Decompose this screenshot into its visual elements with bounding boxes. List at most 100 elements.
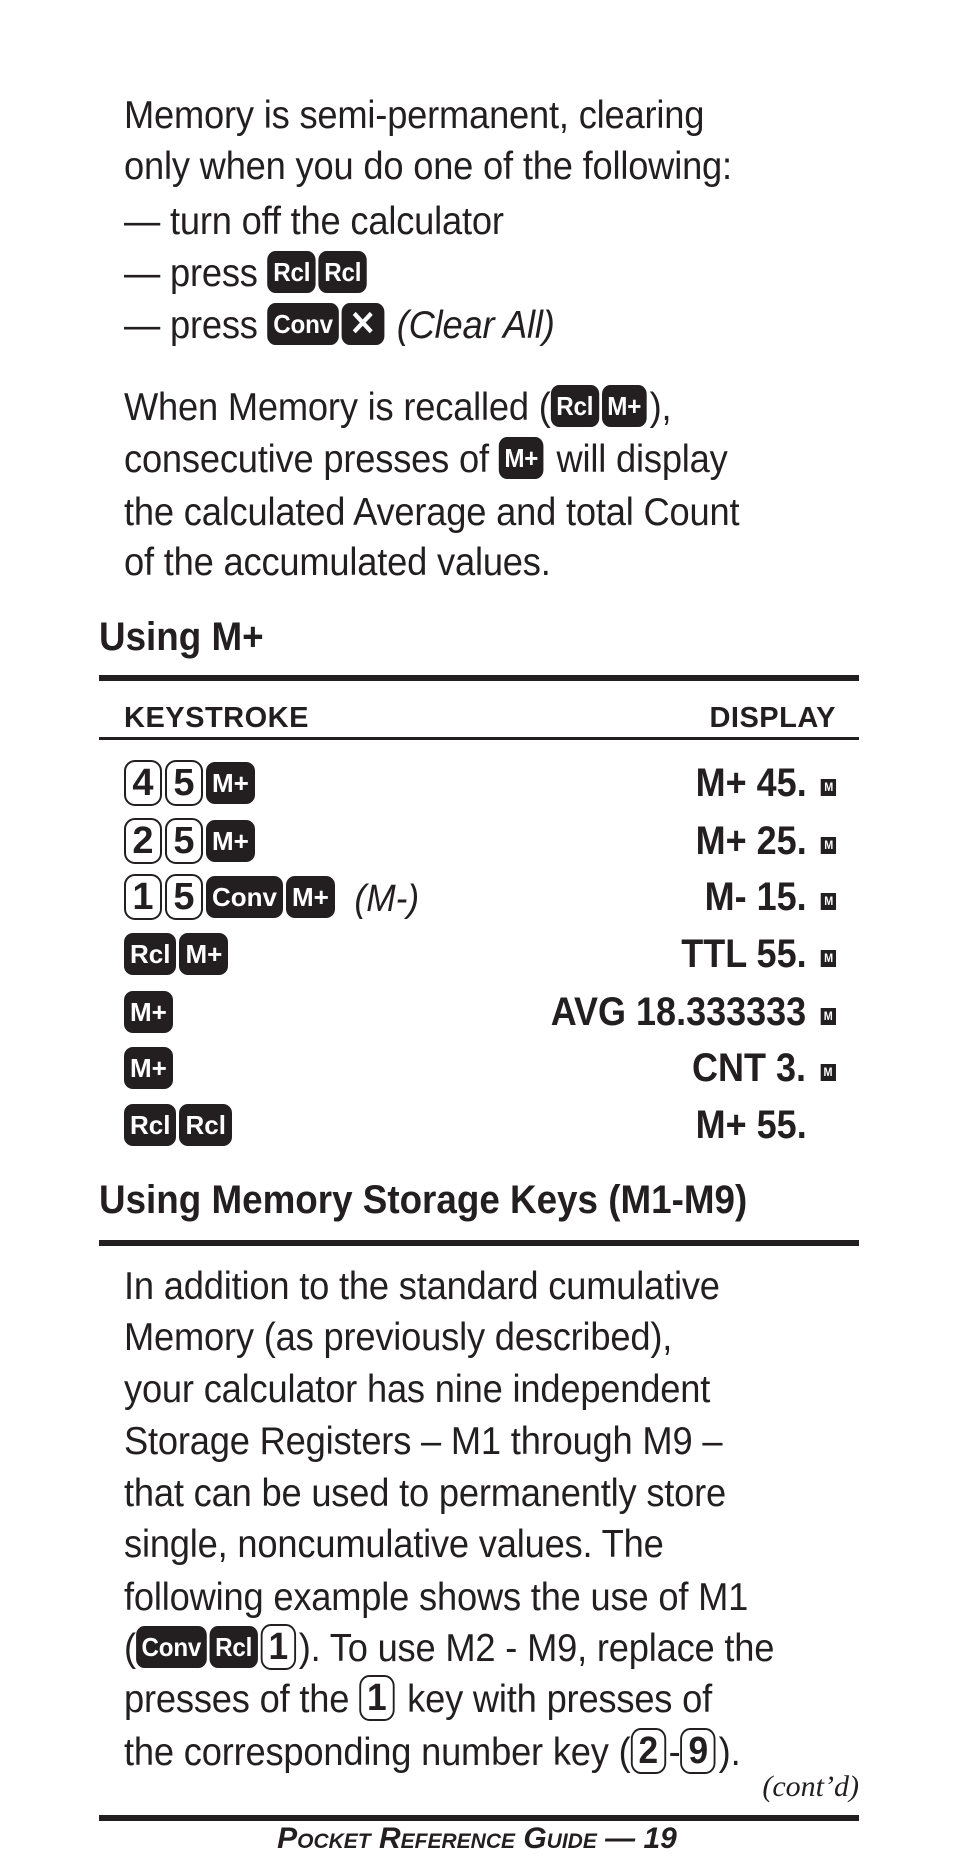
conv-key-icon: Conv (135, 1625, 207, 1668)
storage-line-10: the corresponding number key (2-9). (124, 1727, 741, 1778)
storage-text: key with presses of (407, 1678, 713, 1721)
bullet-dash: — (124, 252, 161, 295)
digit-5-key-icon: 5 (165, 873, 203, 920)
rcl-key-icon: Rcl (124, 932, 177, 975)
digit-2-key-icon: 2 (124, 817, 162, 864)
memory-indicator-icon: M (820, 892, 836, 910)
display-cell: M+ 25. M (695, 816, 836, 866)
storage-line-1: In addition to the standard cumulative (124, 1265, 720, 1308)
storage-line-5: that can be used to permanently store (124, 1472, 727, 1515)
display-cell: TTL 55. M (681, 929, 836, 979)
storage-line-3: your calculator has nine independent (124, 1368, 711, 1411)
storage-text: ). (718, 1731, 741, 1774)
page-footer: Pocket Reference Guide — 19 (277, 1822, 677, 1855)
bullet-press-rcl-rcl: — press Rcl Rcl (124, 250, 370, 297)
m-plus-key-icon: M+ (206, 819, 255, 862)
keystroke-cell: Rcl Rcl (124, 1100, 235, 1150)
bullet-turn-off: — turn off the calculator (124, 199, 504, 245)
keystroke-cell: 1 5 Conv M+ (M-) (124, 872, 421, 924)
recall-line-2: consecutive presses of M+ will display (124, 436, 728, 483)
intro-line-1: Memory is semi-permanent, clearing (124, 94, 705, 137)
clear-all-note: (Clear All) (396, 304, 555, 347)
storage-text: ( (124, 1627, 136, 1670)
rcl-key-icon: Rcl (550, 384, 599, 427)
display-cell: AVG 18.333333 M (551, 987, 836, 1037)
m-plus-key-icon: M+ (206, 761, 255, 804)
display-cell: M+ 55.M (695, 1100, 836, 1150)
table-row: M+ AVG 18.333333 M (124, 987, 836, 1037)
rcl-key-icon: Rcl (209, 1625, 258, 1668)
display-cell: M- 15. M (704, 872, 836, 922)
m-plus-key-icon: M+ (601, 384, 647, 427)
m-plus-key-icon: M+ (179, 932, 229, 975)
storage-text: presses of the (124, 1678, 350, 1721)
storage-line-2: Memory (as previously described), (124, 1316, 673, 1359)
recall-text: ), (649, 386, 672, 429)
display-cell: M+ 45. M (695, 758, 836, 808)
table-header-rule (99, 737, 859, 740)
display-value: M+ 25. (695, 819, 807, 863)
multiply-key-icon: ✕ (341, 302, 385, 345)
m-plus-key-icon: M+ (124, 1046, 173, 1089)
keystroke-cell: Rcl M+ (124, 929, 231, 979)
memory-indicator-icon: M (820, 836, 836, 854)
storage-line-8: (Conv Rcl 1). To use M2 - M9, replace the (124, 1623, 775, 1674)
memory-indicator-icon: M (820, 1007, 836, 1025)
rcl-key-icon: Rcl (179, 1103, 232, 1146)
keystroke-cell: M+ (124, 1043, 176, 1093)
bullet-text: press (169, 252, 258, 295)
storage-text: ). To use M2 - M9, replace the (298, 1627, 775, 1670)
footer-rule (99, 1815, 859, 1821)
heading-rule (99, 675, 859, 681)
bullet-text: turn off the calculator (169, 200, 504, 243)
digit-1-key-icon: 1 (124, 873, 162, 920)
digit-9-key-icon: 9 (680, 1727, 716, 1774)
display-value: M- 15. (704, 875, 807, 919)
recall-line-3: the calculated Average and total Count (124, 491, 740, 534)
storage-text: - (668, 1731, 681, 1774)
storage-line-9: presses of the 1 key with presses of (124, 1674, 713, 1725)
table-row: Rcl M+ TTL 55. M (124, 929, 836, 979)
digit-2-key-icon: 2 (630, 1727, 666, 1774)
display-value: M+ 55. (695, 1103, 807, 1147)
m-plus-key-icon: M+ (498, 436, 544, 479)
bullet-dash: — (124, 200, 161, 243)
memory-indicator-icon: M (820, 1063, 836, 1081)
bullet-dash: — (124, 304, 161, 347)
digit-5-key-icon: 5 (165, 759, 203, 806)
recall-text: will display (556, 438, 728, 481)
m-plus-key-icon: M+ (286, 875, 335, 918)
display-value: AVG 18.333333 (550, 990, 807, 1034)
keystroke-cell: M+ (124, 987, 176, 1037)
rcl-key-icon: Rcl (318, 250, 367, 293)
digit-4-key-icon: 4 (124, 759, 162, 806)
table-row: 4 5 M+ M+ 45. M (124, 758, 836, 808)
table-row: M+ CNT 3. M (124, 1043, 836, 1093)
section-heading-using-m-plus: Using M+ (99, 615, 264, 659)
memory-indicator-icon: M (820, 778, 836, 796)
recall-text: When Memory is recalled ( (124, 386, 551, 429)
section-heading-storage-keys: Using Memory Storage Keys (M1-M9) (99, 1178, 748, 1222)
storage-line-4: Storage Registers – M1 through M9 – (124, 1420, 723, 1463)
heading-rule (99, 1240, 859, 1246)
keystroke-cell: 4 5 M+ (124, 758, 258, 808)
digit-1-key-icon: 1 (260, 1623, 296, 1670)
storage-line-7: following example shows the use of M1 (124, 1576, 749, 1619)
keystroke-cell: 2 5 M+ (124, 816, 258, 866)
keystroke-note: (M-) (354, 877, 420, 920)
storage-text: the corresponding number key ( (124, 1731, 631, 1774)
digit-5-key-icon: 5 (165, 817, 203, 864)
recall-line-4: of the accumulated values. (124, 541, 551, 584)
storage-line-6: single, noncumulative values. The (124, 1523, 664, 1566)
recall-line-1: When Memory is recalled (Rcl M+), (124, 384, 672, 431)
rcl-key-icon: Rcl (124, 1103, 177, 1146)
conv-key-icon: Conv (206, 875, 283, 918)
intro-line-2: only when you do one of the following: (124, 145, 732, 188)
memory-indicator-icon: M (820, 949, 836, 967)
display-cell: CNT 3. M (692, 1043, 836, 1093)
display-value: CNT 3. (692, 1046, 807, 1090)
bullet-text: press (169, 304, 258, 347)
table-row: 2 5 M+ M+ 25. M (124, 816, 836, 866)
rcl-key-icon: Rcl (267, 250, 316, 293)
column-header-keystroke: KEYSTROKE (124, 702, 309, 734)
